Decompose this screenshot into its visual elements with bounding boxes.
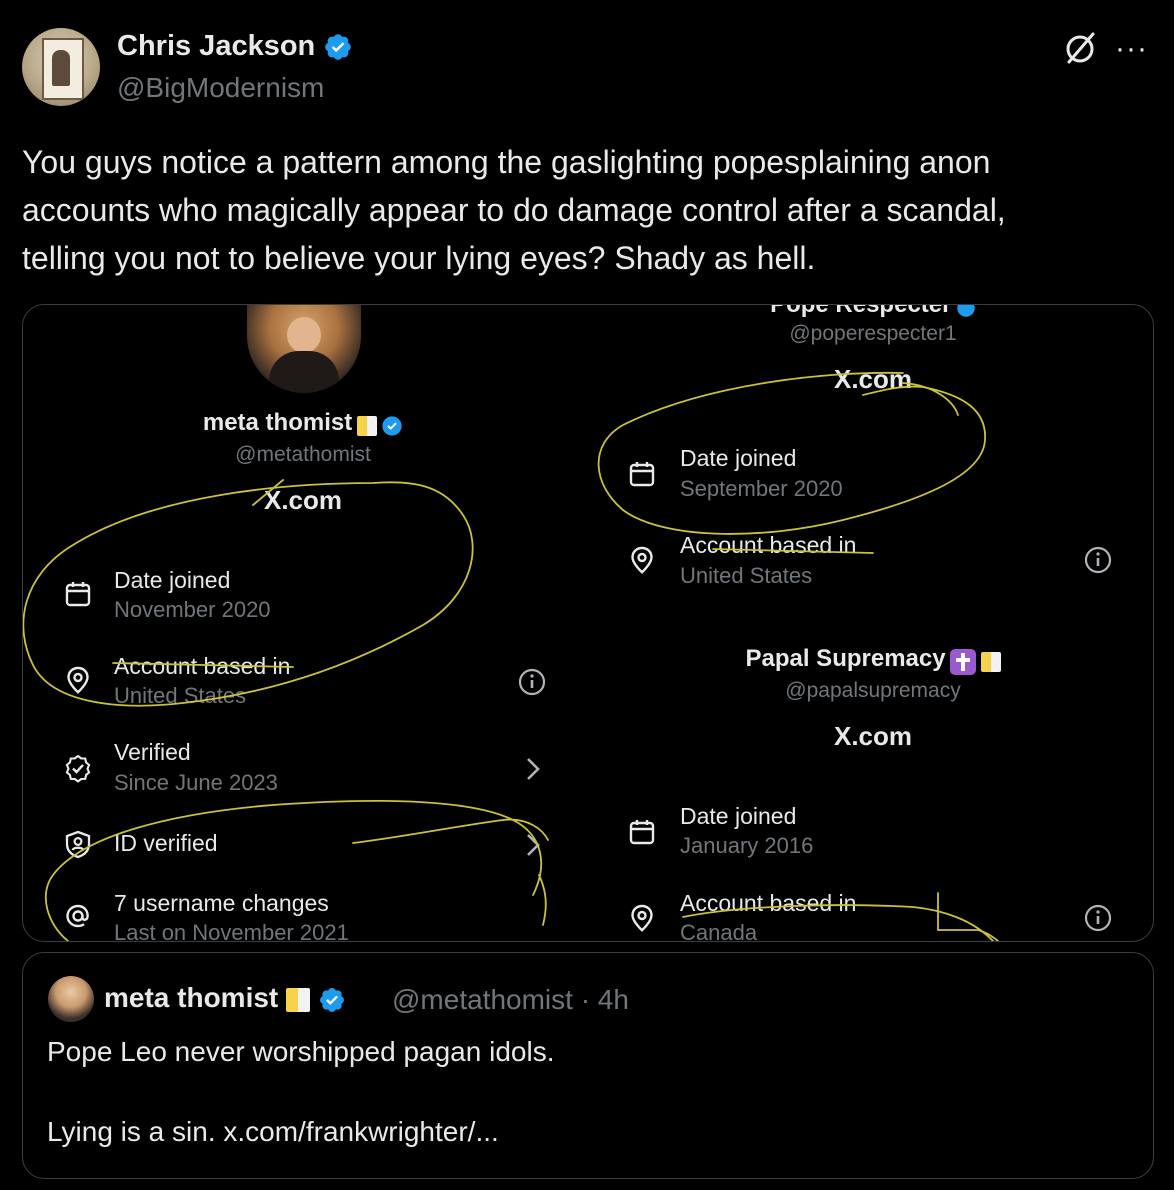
tweet-text: You guys notice a pattern among the gasl… — [22, 138, 1142, 282]
more-options-button[interactable]: ··· — [1115, 32, 1148, 66]
avatar-figure — [52, 50, 70, 86]
tweet-text-line: accounts who magically appear to do dama… — [22, 192, 1006, 228]
attached-image[interactable]: meta thomist @metathomist X.com Date joi… — [22, 304, 1154, 942]
tweet-text-line: telling you not to believe your lying ey… — [22, 240, 816, 276]
quoted-author-name[interactable]: meta thomist — [104, 982, 278, 1013]
annotation-scribbles — [23, 371, 999, 941]
author-handle[interactable]: @BigModernism — [117, 72, 324, 104]
quoted-tweet-line: Pope Leo never worshipped pagan idols. — [47, 1036, 555, 1067]
verified-badge-icon — [319, 987, 344, 1012]
author-name-row[interactable]: Chris Jackson — [117, 30, 353, 63]
tweet-text-line: You guys notice a pattern among the gasl… — [22, 144, 991, 180]
image-content: meta thomist @metathomist X.com Date joi… — [23, 305, 1153, 941]
quoted-author-name-row[interactable]: meta thomist — [104, 982, 346, 1014]
verified-badge-icon — [325, 34, 352, 61]
grok-icon[interactable] — [1060, 28, 1100, 68]
vatican-flag-icon — [286, 987, 311, 1012]
quoted-author-handle-time[interactable]: @metathomist · 4h — [392, 984, 629, 1016]
author-avatar[interactable] — [22, 28, 100, 106]
quoted-author-avatar[interactable] — [48, 976, 94, 1022]
quoted-tweet-line: Lying is a sin. x.com/frankwrighter/... — [47, 1116, 499, 1147]
author-name[interactable]: Chris Jackson — [117, 30, 315, 62]
quoted-tweet-text: Pope Leo never worshipped pagan idols. L… — [47, 1032, 554, 1152]
